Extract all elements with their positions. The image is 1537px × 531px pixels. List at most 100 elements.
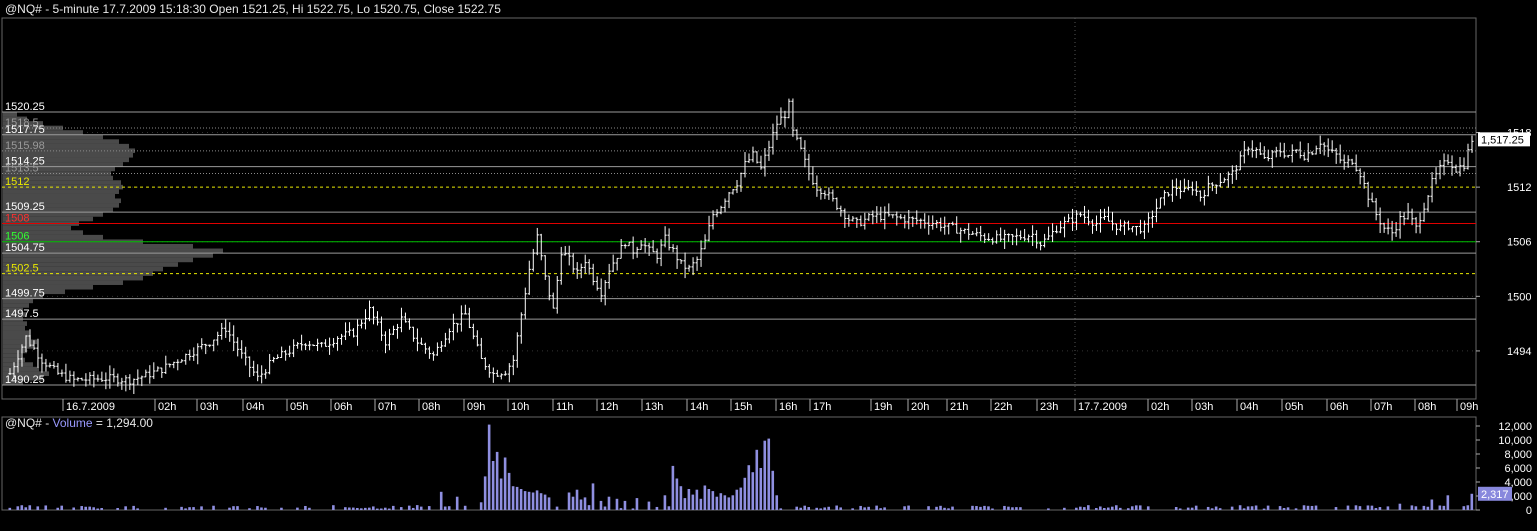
- x-axis-label: 02h: [1151, 401, 1169, 413]
- volume-bar: [815, 507, 818, 510]
- price-bar: [979, 225, 983, 242]
- profile-bar: [3, 330, 29, 336]
- price-bar: [276, 354, 280, 360]
- x-axis-label: 07h: [1374, 401, 1392, 413]
- y-axis-label: 1506: [1507, 237, 1531, 249]
- price-bar: [1398, 211, 1402, 239]
- volume-bar: [675, 478, 679, 510]
- volume-bar: [1214, 506, 1218, 510]
- price-bar: [967, 223, 971, 240]
- volume-bar: [971, 505, 974, 510]
- price-bar: [559, 246, 563, 285]
- price-bar: [407, 318, 412, 330]
- volume-bar: [372, 506, 375, 510]
- price-bar: [547, 275, 551, 301]
- volume-bar: [1011, 507, 1014, 510]
- x-axis-label: 05h: [290, 401, 308, 413]
- price-bar: [188, 349, 192, 361]
- volume-chart-svg[interactable]: 02,0004,0006,0008,00010,00012,0002,317: [0, 414, 1537, 531]
- price-chart-svg[interactable]: 1520.251518.51517.751515.981514.251513.5…: [0, 0, 1537, 414]
- price-bar: [911, 216, 915, 227]
- price-bar: [807, 153, 811, 181]
- price-bar: [299, 334, 304, 351]
- price-bar: [647, 242, 651, 256]
- x-axis-label: 23h: [1040, 401, 1058, 413]
- volume-bar: [399, 507, 403, 510]
- price-bar: [1354, 154, 1358, 172]
- volume-bar: [411, 507, 415, 510]
- price-bar: [112, 368, 116, 383]
- volume-bar: [667, 506, 671, 510]
- volume-bar: [851, 508, 854, 510]
- profile-bar: [3, 225, 71, 231]
- volume-bar: [523, 491, 527, 510]
- volume-bar: [344, 507, 347, 510]
- profile-bar: [3, 257, 193, 263]
- price-bar: [1031, 225, 1035, 247]
- price-bar: [80, 377, 84, 381]
- price-bar: [180, 359, 184, 363]
- price-bar: [1034, 230, 1039, 249]
- price-bar: [1274, 146, 1278, 158]
- price-bar: [1023, 228, 1027, 242]
- volume-bar: [1334, 507, 1338, 510]
- price-bar: [1302, 152, 1306, 161]
- x-axis-label: 02h: [158, 401, 176, 413]
- volume-pane[interactable]: @NQ# - Volume = 1,294.00 0 2,000 4,000 6,00…: [0, 414, 1537, 531]
- price-bar: [1050, 223, 1055, 243]
- volume-bar: [332, 505, 335, 510]
- price-bar: [1190, 181, 1194, 196]
- volume-bar: [827, 506, 830, 510]
- volume-bar: [1446, 495, 1450, 510]
- price-bar: [327, 337, 332, 355]
- price-bar: [811, 166, 815, 186]
- price-bar: [959, 227, 963, 243]
- price-bar: [60, 369, 64, 377]
- profile-bar: [3, 325, 25, 331]
- volume-bar: [1246, 506, 1250, 510]
- price-bar: [228, 322, 232, 342]
- volume-bar: [859, 505, 862, 510]
- price-bar: [891, 214, 895, 219]
- volume-bar: [927, 506, 930, 510]
- price-bar: [615, 257, 619, 271]
- price-bar: [1114, 223, 1119, 236]
- price-bar: [819, 188, 823, 200]
- volume-bar: [1206, 506, 1210, 510]
- price-bar: [64, 363, 68, 383]
- price-pane[interactable]: @NQ# - 5-minute 17.7.2009 15:18:30 Open …: [0, 0, 1537, 414]
- volume-bar: [415, 505, 419, 510]
- price-bar: [963, 228, 967, 234]
- price-bar: [447, 328, 451, 344]
- volume-bar: [883, 507, 886, 510]
- price-bar: [663, 226, 667, 248]
- volume-bar: [499, 478, 503, 510]
- x-axis-label: 09h: [467, 401, 485, 413]
- price-bar: [623, 243, 627, 249]
- price-bar: [867, 212, 871, 222]
- price-bar: [1374, 198, 1378, 221]
- volume-bar: [983, 505, 986, 510]
- volume-bar: [164, 507, 167, 510]
- volume-bar: [903, 506, 906, 510]
- price-bar: [311, 344, 316, 347]
- price-bar: [1358, 168, 1362, 185]
- volume-bar: [1230, 506, 1234, 510]
- price-bar: [347, 322, 352, 336]
- price-bar: [903, 214, 907, 229]
- price-bar: [463, 304, 467, 315]
- level-label: 1497.5: [5, 308, 39, 320]
- volume-bar: [867, 506, 870, 510]
- volume-bar: [1099, 506, 1102, 510]
- volume-axis-label: 12,000: [1498, 421, 1532, 433]
- volume-bar: [547, 497, 551, 510]
- price-bar: [487, 364, 491, 378]
- price-bar: [1090, 219, 1095, 234]
- price-bar: [1146, 212, 1151, 233]
- volume-bar: [703, 485, 707, 510]
- price-bar: [1038, 241, 1043, 251]
- price-bar: [156, 366, 160, 372]
- price-bar: [471, 323, 475, 340]
- price-bar: [1182, 178, 1186, 193]
- volume-bar: [352, 507, 355, 510]
